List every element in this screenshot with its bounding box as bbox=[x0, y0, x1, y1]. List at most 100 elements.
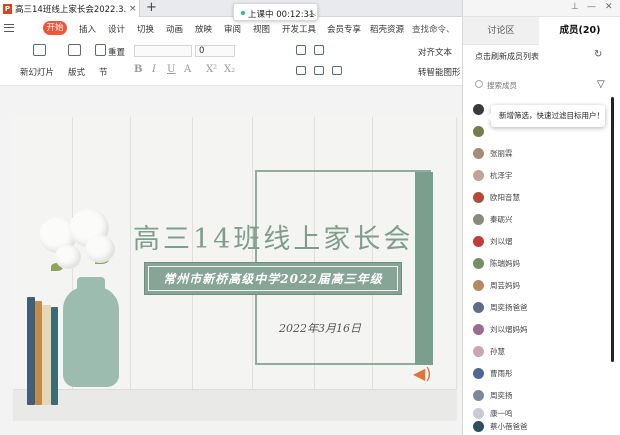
live-status-pill[interactable]: 上课中 00:12:31 ︿ bbox=[233, 3, 318, 21]
pin-icon[interactable]: ⊥ bbox=[571, 2, 579, 12]
underline-button[interactable]: U bbox=[167, 64, 175, 75]
tab-members[interactable]: 成员(20) bbox=[539, 17, 620, 45]
member-item[interactable]: 欧阳音慧 bbox=[473, 188, 520, 206]
member-item[interactable]: 周芸妈妈 bbox=[473, 276, 520, 294]
new-slide-button[interactable]: 新幻灯片 bbox=[20, 66, 54, 78]
desk-surface bbox=[13, 389, 457, 421]
member-item[interactable]: 周奕扬爸爸 bbox=[473, 298, 528, 316]
align-text-button[interactable]: 对齐文本 bbox=[418, 46, 452, 58]
superscript-button[interactable]: X² bbox=[206, 64, 217, 75]
avatar bbox=[473, 301, 484, 313]
align-right-icon[interactable] bbox=[332, 66, 342, 75]
slide-subtitle: 常州市新桥高级中学2022届高三年级 bbox=[148, 266, 398, 291]
avatar bbox=[473, 257, 484, 269]
slide-subtitle-box[interactable]: 常州市新桥高级中学2022届高三年级 bbox=[144, 262, 402, 295]
member-name: 孙慧 bbox=[490, 346, 505, 356]
bold-button[interactable]: B bbox=[134, 64, 142, 75]
close-tab-icon[interactable]: × bbox=[129, 4, 137, 14]
close-icon[interactable]: ✕ bbox=[605, 2, 613, 12]
avatar bbox=[473, 103, 484, 115]
reset-icon[interactable] bbox=[95, 44, 106, 56]
avatar bbox=[473, 345, 484, 357]
chevron-up-icon[interactable]: ︿ bbox=[308, 7, 316, 18]
member-item[interactable]: 杭泽宇 bbox=[473, 166, 513, 184]
convert-smartart-button[interactable]: 转智能图形 bbox=[418, 66, 461, 78]
live-status-text: 上课中 00:12:31 bbox=[248, 10, 315, 20]
bullets-icon[interactable] bbox=[296, 45, 306, 55]
align-center-icon[interactable] bbox=[314, 66, 324, 75]
menu-tab-review[interactable]: 审阅 bbox=[224, 23, 241, 35]
font-size-combo[interactable]: 0 bbox=[195, 45, 235, 57]
menu-hamburger-icon[interactable] bbox=[4, 24, 14, 32]
member-item[interactable]: 张丽霖 bbox=[473, 144, 513, 162]
filter-icon[interactable]: ▽ bbox=[597, 79, 605, 90]
member-item[interactable]: 秦砺兴 bbox=[473, 210, 513, 228]
refresh-members-label[interactable]: 点击刷新成员列表 bbox=[475, 51, 539, 62]
avatar bbox=[473, 389, 484, 401]
tab-discussion[interactable]: 讨论区 bbox=[463, 17, 539, 45]
menu-tab-start[interactable]: 开始 bbox=[43, 21, 67, 35]
member-name: 刘以熠妈妈 bbox=[490, 324, 528, 334]
slide-canvas[interactable]: 高三14班线上家长会 常州市新桥高级中学2022届高三年级 2022年3月16日… bbox=[13, 117, 457, 421]
slide-title[interactable]: 高三14班线上家长会 bbox=[133, 217, 423, 256]
speaker-icon[interactable]: ◀) bbox=[413, 364, 432, 383]
refresh-icon[interactable]: ↻ bbox=[594, 49, 602, 60]
member-search-input[interactable] bbox=[473, 76, 597, 94]
member-item[interactable]: 孙慧 bbox=[473, 342, 505, 360]
menu-tab-design[interactable]: 设计 bbox=[108, 23, 125, 35]
filter-tooltip: 新增筛选，快速过滤目标用户！ bbox=[487, 105, 605, 127]
avatar bbox=[473, 147, 484, 159]
menu-tab-slideshow[interactable]: 放映 bbox=[195, 23, 212, 35]
menu-tab-resources[interactable]: 稻壳资源 bbox=[370, 23, 404, 35]
member-item[interactable]: 周奕扬 bbox=[473, 386, 513, 404]
section-button[interactable]: 节 bbox=[99, 66, 108, 78]
avatar bbox=[473, 213, 484, 225]
avatar bbox=[473, 191, 484, 203]
menu-tab-view[interactable]: 视图 bbox=[253, 23, 270, 35]
font-name-combo[interactable] bbox=[134, 45, 192, 57]
font-color-button[interactable]: A bbox=[184, 64, 191, 75]
member-item[interactable]: 刘以熠妈妈 bbox=[473, 320, 528, 338]
minimize-icon[interactable]: — bbox=[587, 2, 596, 12]
italic-button[interactable]: I bbox=[152, 64, 156, 75]
book-illustration bbox=[42, 305, 51, 405]
member-search-box[interactable] bbox=[473, 76, 597, 94]
menu-tab-developer[interactable]: 开发工具 bbox=[282, 23, 316, 35]
member-name: 刘以熠 bbox=[490, 236, 513, 246]
member-item[interactable] bbox=[473, 122, 490, 140]
align-left-icon[interactable] bbox=[296, 66, 306, 75]
member-item[interactable]: 刘以熠 bbox=[473, 232, 513, 250]
panel-scrollbar[interactable] bbox=[611, 97, 614, 362]
member-name: 秦砺兴 bbox=[490, 214, 513, 224]
layout-button[interactable]: 版式 bbox=[68, 66, 85, 78]
ribbon-toolbar: 新幻灯片 版式 节 重置 0 B I U A X² X₂ 对齐文本 转智能图形 bbox=[0, 40, 462, 86]
slide-date[interactable]: 2022年3月16日 bbox=[279, 320, 361, 336]
font-size-value: 0 bbox=[199, 46, 205, 56]
member-item[interactable]: 曹雨彤 bbox=[473, 364, 513, 382]
new-slide-icon[interactable] bbox=[33, 44, 46, 56]
avatar bbox=[473, 279, 484, 291]
member-item[interactable]: 蔡小蓓爸爸 bbox=[473, 417, 528, 435]
menu-tab-transition[interactable]: 切换 bbox=[137, 23, 154, 35]
layout-icon[interactable] bbox=[68, 44, 81, 56]
member-item[interactable]: 陈瑞妈妈 bbox=[473, 254, 520, 272]
pptx-file-icon: P bbox=[3, 3, 12, 14]
new-tab-button[interactable]: + bbox=[146, 0, 157, 16]
numbering-icon[interactable] bbox=[314, 45, 324, 55]
member-name: 曹雨彤 bbox=[490, 368, 513, 378]
menu-tab-insert[interactable]: 插入 bbox=[79, 23, 96, 35]
avatar bbox=[473, 169, 484, 181]
book-illustration bbox=[51, 307, 58, 405]
command-search[interactable]: 查找命令、 bbox=[412, 23, 455, 35]
member-name: 张丽霖 bbox=[490, 148, 513, 158]
vase-illustration bbox=[63, 287, 119, 387]
document-tab-bar: P 高三14班线上家长会2022.3.16.pptx × + bbox=[0, 0, 462, 17]
subscript-button[interactable]: X₂ bbox=[224, 64, 235, 75]
panel-tabs: 讨论区 成员(20) bbox=[462, 17, 620, 45]
document-tab[interactable]: P 高三14班线上家长会2022.3.16.pptx × bbox=[0, 0, 140, 17]
menu-tab-animation[interactable]: 动画 bbox=[166, 23, 183, 35]
menu-tab-member[interactable]: 会员专享 bbox=[327, 23, 361, 35]
flower-illustration bbox=[85, 235, 115, 263]
member-name: 杭泽宇 bbox=[490, 170, 513, 180]
reset-button[interactable]: 重置 bbox=[108, 46, 125, 58]
